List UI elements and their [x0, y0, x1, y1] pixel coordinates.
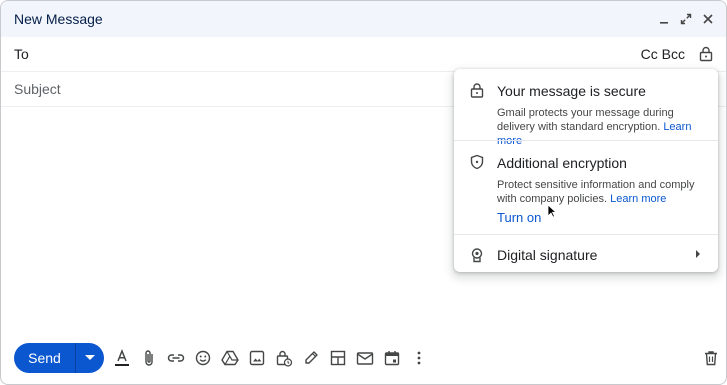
- additional-encryption-heading: Additional encryption: [497, 155, 627, 171]
- attach-icon[interactable]: [140, 348, 158, 368]
- compose-toolbar: Send: [1, 343, 726, 373]
- drive-icon[interactable]: [221, 348, 239, 368]
- additional-encryption-description: Protect sensitive information and comply…: [497, 178, 712, 206]
- lock-icon[interactable]: [699, 46, 713, 62]
- digital-signature-label: Digital signature: [497, 247, 598, 263]
- layouts-icon[interactable]: [329, 348, 347, 368]
- expand-icon[interactable]: [678, 11, 694, 27]
- more-options-icon[interactable]: [410, 348, 428, 368]
- submenu-arrow-icon: [696, 250, 700, 258]
- send-options-dropdown[interactable]: [76, 343, 104, 373]
- send-button[interactable]: Send: [14, 343, 75, 373]
- subject-placeholder: Subject: [14, 81, 61, 97]
- secure-heading: Your message is secure: [497, 83, 646, 99]
- photo-icon[interactable]: [248, 348, 266, 368]
- digital-signature-item[interactable]: Digital signature: [454, 235, 718, 272]
- schedule-icon[interactable]: [383, 348, 401, 368]
- lock-icon: [469, 82, 485, 98]
- formatting-icons: [113, 348, 428, 368]
- to-label: To: [14, 46, 29, 62]
- link-icon[interactable]: [167, 348, 185, 368]
- secure-body-text: Gmail protects your message during deliv…: [497, 107, 674, 133]
- shield-icon: [469, 154, 485, 170]
- compose-window: New Message To Cc Bcc Subject Your messa…: [0, 0, 727, 385]
- send-button-group: Send: [14, 343, 104, 373]
- additional-encryption-section: Additional encryption Protect sensitive …: [454, 141, 718, 234]
- cc-bcc-button[interactable]: Cc Bcc: [641, 46, 685, 62]
- compose-titlebar: New Message: [1, 1, 726, 37]
- minimize-icon[interactable]: [656, 11, 672, 27]
- window-controls: [656, 11, 716, 27]
- template-icon[interactable]: [356, 348, 374, 368]
- secure-message-section: Your message is secure Gmail protects yo…: [454, 69, 718, 147]
- signature-badge-icon: [469, 247, 485, 263]
- to-field[interactable]: To Cc Bcc: [1, 37, 726, 72]
- emoji-icon[interactable]: [194, 348, 212, 368]
- text-format-icon[interactable]: [113, 348, 131, 368]
- security-menu: Your message is secure Gmail protects yo…: [454, 69, 718, 272]
- mouse-cursor-icon: [547, 204, 557, 218]
- confidential-mode-icon[interactable]: [275, 348, 293, 368]
- turn-on-button[interactable]: Turn on: [497, 210, 541, 225]
- signature-icon[interactable]: [302, 348, 320, 368]
- window-title: New Message: [14, 11, 103, 27]
- to-actions: Cc Bcc: [641, 46, 713, 62]
- trash-icon[interactable]: [702, 348, 720, 368]
- close-icon[interactable]: [700, 11, 716, 27]
- additional-learn-more-link[interactable]: Learn more: [610, 193, 666, 205]
